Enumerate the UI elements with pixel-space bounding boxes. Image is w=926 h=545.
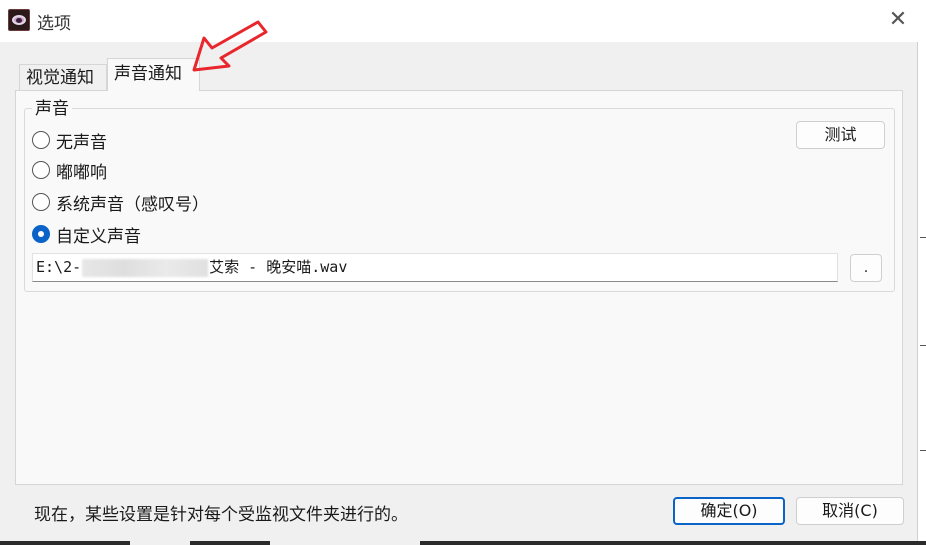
radio-button-icon[interactable] [32, 161, 50, 179]
footer-note: 现在，某些设置是针对每个受监视文件夹进行的。 [34, 505, 408, 525]
title-bar: 选项 ✕ [0, 0, 918, 42]
background-taskbar-edge [0, 541, 926, 545]
radio-button-icon[interactable] [32, 193, 50, 211]
eye-icon [8, 9, 30, 31]
browse-button[interactable]: . [850, 254, 882, 282]
sound-file-path-input[interactable]: E:\2- 艾索 - 晚安喵.wav [32, 253, 838, 282]
test-button[interactable]: 测试 [796, 121, 885, 149]
options-dialog: 选项 ✕ 视觉通知 声音通知 声音 无声音 嘟嘟响 系统声音（感叹号） 自定义声… [0, 0, 918, 545]
close-button[interactable]: ✕ [878, 6, 918, 36]
window-title: 选项 [37, 14, 71, 34]
radio-custom-sound[interactable]: 自定义声音 [32, 222, 141, 247]
radio-label: 无声音 [56, 132, 107, 153]
path-suffix: 艾索 - 晚安喵.wav [209, 258, 348, 276]
sound-group-legend: 声音 [32, 94, 72, 119]
radio-label: 自定义声音 [56, 226, 141, 247]
cancel-button[interactable]: 取消(C) [796, 497, 904, 525]
tab-visual-notification[interactable]: 视觉通知 [19, 64, 107, 90]
radio-label: 系统声音（感叹号） [56, 194, 209, 215]
radio-no-sound[interactable]: 无声音 [32, 128, 107, 153]
radio-button-icon[interactable] [32, 131, 50, 149]
ok-button[interactable]: 确定(O) [673, 497, 785, 525]
redacted-path-segment [82, 258, 209, 277]
annotation-arrow-icon [192, 20, 268, 72]
path-prefix: E:\2- [36, 258, 82, 276]
radio-label: 嘟嘟响 [56, 162, 107, 183]
radio-button-checked-icon[interactable] [32, 225, 50, 243]
radio-beep[interactable]: 嘟嘟响 [32, 158, 107, 183]
radio-system-sound[interactable]: 系统声音（感叹号） [32, 190, 209, 215]
background-window-edge [918, 0, 926, 545]
tab-sound-notification[interactable]: 声音通知 [107, 58, 200, 91]
